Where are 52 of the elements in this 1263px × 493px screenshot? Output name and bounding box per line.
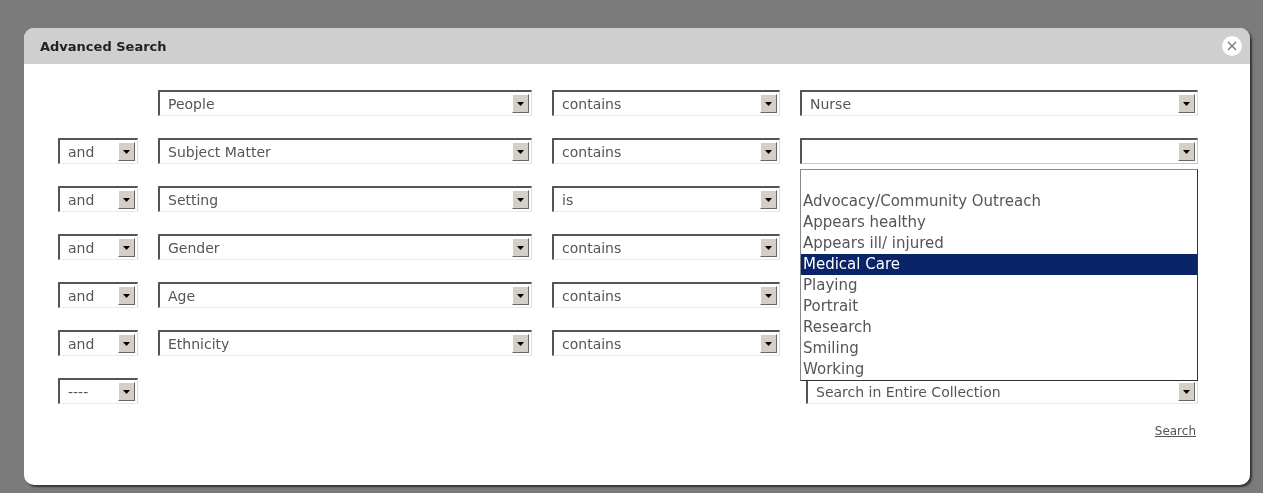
operator-select[interactable]: contains xyxy=(552,138,780,164)
operator-select[interactable]: contains xyxy=(552,330,780,356)
connector-select[interactable]: ---- xyxy=(58,378,138,404)
connector-select[interactable]: and xyxy=(58,234,138,260)
value-select[interactable]: Nurse xyxy=(800,90,1198,116)
dropdown-option[interactable]: Playing xyxy=(801,275,1197,296)
caret-icon xyxy=(760,334,777,353)
field-select[interactable]: Gender xyxy=(158,234,532,260)
dropdown-option[interactable]: Working xyxy=(801,359,1197,380)
field-select[interactable]: People xyxy=(158,90,532,116)
connector-select[interactable]: and xyxy=(58,330,138,356)
connector-select[interactable]: and xyxy=(58,138,138,164)
caret-icon xyxy=(118,190,135,209)
field-select[interactable]: Age xyxy=(158,282,532,308)
caret-icon xyxy=(1178,142,1195,161)
dropdown-option[interactable]: Research xyxy=(801,317,1197,338)
connector-select[interactable]: and xyxy=(58,186,138,212)
dialog-title: Advanced Search xyxy=(40,38,167,54)
caret-icon xyxy=(118,382,135,401)
dropdown-option[interactable]: Appears healthy xyxy=(801,212,1197,233)
caret-icon xyxy=(512,142,529,161)
field-select[interactable]: Setting xyxy=(158,186,532,212)
caret-icon xyxy=(760,94,777,113)
value-select[interactable] xyxy=(800,138,1198,164)
caret-icon xyxy=(512,238,529,257)
field-select[interactable]: Ethnicity xyxy=(158,330,532,356)
operator-select[interactable]: is xyxy=(552,186,780,212)
caret-icon xyxy=(512,190,529,209)
dropdown-option[interactable]: Advocacy/Community Outreach xyxy=(801,191,1197,212)
operator-select[interactable]: contains xyxy=(552,234,780,260)
connector-select[interactable]: and xyxy=(58,282,138,308)
caret-icon xyxy=(118,286,135,305)
dropdown-option[interactable]: Portrait xyxy=(801,296,1197,317)
dropdown-option[interactable]: Medical Care xyxy=(801,254,1197,275)
caret-icon xyxy=(512,286,529,305)
caret-icon xyxy=(760,190,777,209)
caret-icon xyxy=(512,94,529,113)
operator-select[interactable]: contains xyxy=(552,282,780,308)
caret-icon xyxy=(512,334,529,353)
caret-icon xyxy=(760,286,777,305)
caret-icon xyxy=(760,238,777,257)
search-link[interactable]: Search xyxy=(1154,424,1196,438)
dropdown-option[interactable]: Appears ill/ injured xyxy=(801,233,1197,254)
caret-icon xyxy=(118,142,135,161)
caret-icon xyxy=(1178,94,1195,113)
dropdown-option[interactable]: Smiling xyxy=(801,338,1197,359)
caret-icon xyxy=(760,142,777,161)
operator-select[interactable]: contains xyxy=(552,90,780,116)
caret-icon xyxy=(118,238,135,257)
field-select[interactable]: Subject Matter xyxy=(158,138,532,164)
caret-icon xyxy=(118,334,135,353)
close-icon[interactable] xyxy=(1222,36,1242,56)
